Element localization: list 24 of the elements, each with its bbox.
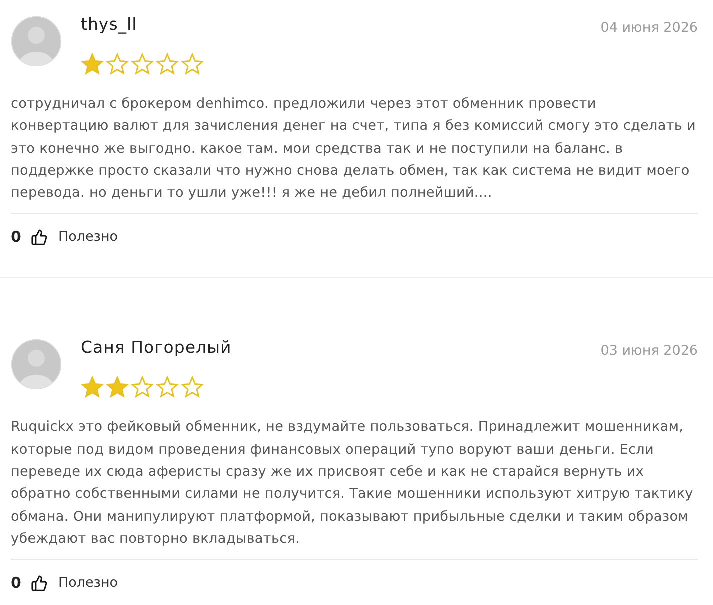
filled-star-icon: [81, 376, 104, 398]
reviewer-name: thys_ll: [81, 14, 138, 36]
empty-star-icon: [156, 53, 179, 75]
empty-star-icon: [181, 376, 204, 398]
empty-star-icon: [156, 376, 179, 398]
avatar-icon: [11, 16, 62, 67]
empty-star-icon: [106, 53, 129, 75]
empty-star-icon: [131, 53, 154, 75]
filled-star-icon: [81, 53, 104, 75]
reviewer-name: Саня Погорелый: [81, 337, 232, 360]
thumbs-up-icon: [31, 228, 48, 246]
review-date: 03 июня 2026: [600, 342, 698, 362]
helpful-count: 0: [11, 574, 22, 592]
helpful-count: 0: [11, 228, 22, 246]
helpful-button[interactable]: Полезно: [31, 228, 118, 246]
empty-star-icon: [131, 376, 154, 398]
empty-star-icon: [181, 53, 204, 75]
filled-star-icon: [106, 376, 129, 398]
helpful-button[interactable]: Полезно: [31, 574, 118, 592]
avatar-icon: [11, 339, 62, 390]
review-date: 04 июня 2026: [600, 19, 698, 38]
review-text: сотрудничал с брокером denhimco. предложили через этот обменник провести конвертацию валют для зачисления денег на счет, типа я без комиссий смогу это сделать и это конечно же выгодно. какое там. мои средства так и не поступили на баланс. в поддержке просто сказали что нужно снова делать обмен, так как система не видит моего перевода. но деньги то ушли уже!!! я же не дебил полнейший....: [11, 95, 697, 204]
review-text: Ruquickx это фейковый обменник, не вздумайте пользоваться. Принадлежит мошенникам, которые под видом проведения финансовых операций тупо воруют ваши деньги. Если переведе их сюда аферисты сразу же их присвоят себе и как не старайся вернуть их обратно собственными силами не получится. Такие мошенники используют хитрую тактику обмана. Они манипулируют платформой, показывают прибыльные сделки и таким образом убеждают вас повторно вкладываться.: [11, 418, 694, 549]
thumbs-up-icon: [31, 574, 48, 592]
